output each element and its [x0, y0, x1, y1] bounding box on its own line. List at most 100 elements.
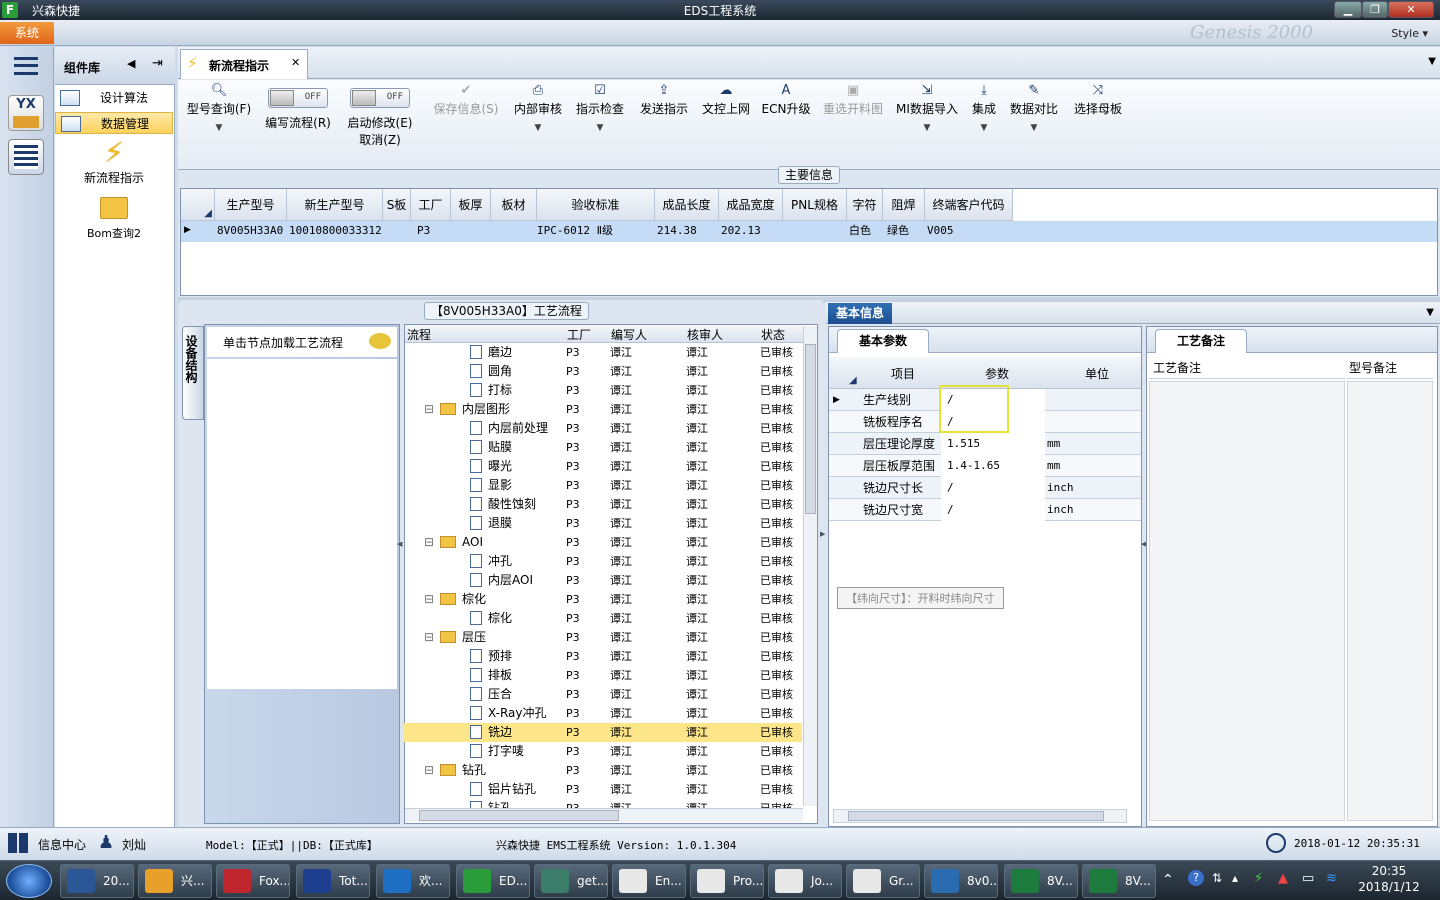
taskbar-item[interactable]: Tot... — [296, 864, 370, 898]
start-modify-switch[interactable]: OFF — [350, 88, 410, 108]
check-instruction-button[interactable]: ☑ 指示检查 ▼ — [572, 82, 628, 158]
col-header[interactable]: 验收标准 — [537, 189, 655, 221]
flow-row[interactable]: 曝光 P3 谭江 谭江 已审核 — [404, 457, 802, 476]
taskbar-item[interactable]: 8V... — [1082, 864, 1156, 898]
col-header[interactable]: 状态 — [761, 326, 785, 343]
taskbar-item[interactable]: Jo... — [768, 864, 842, 898]
scroll-thumb[interactable] — [805, 344, 816, 514]
security-icon[interactable]: ▲ — [1278, 871, 1288, 886]
flow-row[interactable]: ⊟ AOI P3 谭江 谭江 已审核 — [404, 533, 802, 552]
lib-item-design-algorithm[interactable]: 设计算法 — [55, 87, 173, 109]
param-value[interactable]: / — [941, 499, 1045, 521]
col-header[interactable]: 工厂 — [567, 326, 591, 343]
col-header[interactable]: 终端客户代码 — [925, 189, 1013, 221]
panel-dropdown-icon[interactable]: ▼ — [1426, 307, 1434, 318]
flow-node[interactable]: X-Ray冲孔 — [470, 704, 546, 723]
info-center-link[interactable]: 信息中心 — [38, 836, 86, 853]
flow-node[interactable]: 内层AOI — [470, 571, 533, 590]
flow-row[interactable]: 退膜 P3 谭江 谭江 已审核 — [404, 514, 802, 533]
grid-apps-icon[interactable] — [8, 833, 28, 853]
flow-row[interactable]: 预排 P3 谭江 谭江 已审核 — [404, 647, 802, 666]
taskbar-item[interactable]: Fox... — [216, 864, 290, 898]
collapse-node-icon[interactable]: ⊟ — [424, 761, 434, 780]
ecn-upgrade-button[interactable]: A ECN升级 — [760, 82, 812, 158]
scroll-thumb[interactable] — [419, 810, 619, 821]
col-header[interactable]: 阻焊 — [883, 189, 925, 221]
minimize-button[interactable]: ▁ — [1334, 1, 1362, 18]
flow-node[interactable]: 铣边 — [470, 723, 512, 742]
flow-row[interactable]: ⊟ 棕化 P3 谭江 谭江 已审核 — [404, 590, 802, 609]
save-info-button[interactable]: ✔ 保存信息(S) — [428, 82, 504, 158]
flow-node[interactable]: 酸性蚀刻 — [470, 495, 536, 514]
flow-node[interactable]: 棕化 — [440, 590, 486, 609]
collapse-left-icon[interactable]: ◀ — [127, 57, 135, 70]
load-hint-bar[interactable]: 单击节点加载工艺流程 — [207, 327, 397, 357]
flow-row[interactable]: 铝片钻孔 P3 谭江 谭江 已审核 — [404, 780, 802, 799]
taskbar-item[interactable]: ED... — [456, 864, 530, 898]
menu-toggle-icon[interactable] — [14, 57, 38, 75]
col-header[interactable]: 字符 — [847, 189, 883, 221]
flow-row[interactable]: 磨边 P3 谭江 谭江 已审核 — [404, 343, 802, 362]
mi-import-button[interactable]: ⇲ MI数据导入 ▼ — [892, 82, 962, 158]
flow-node[interactable]: 钻孔 — [440, 761, 486, 780]
col-header[interactable]: 编写人 — [611, 326, 647, 343]
new-flow-action[interactable]: ⚡ 新流程指示 — [55, 137, 173, 187]
collapse-node-icon[interactable]: ⊟ — [424, 590, 434, 609]
flow-row[interactable]: X-Ray冲孔 P3 谭江 谭江 已审核 — [404, 704, 802, 723]
upload-web-button[interactable]: ☁ 文控上网 — [698, 82, 754, 158]
taskbar-item[interactable]: get... — [534, 864, 608, 898]
col-header[interactable]: 参数 — [985, 365, 1009, 382]
flow-hscroll[interactable] — [405, 808, 803, 822]
flow-node[interactable]: 曝光 — [470, 457, 512, 476]
flow-node[interactable]: 磨边 — [470, 343, 512, 362]
flow-row[interactable]: 打标 P3 谭江 谭江 已审核 — [404, 381, 802, 400]
col-header[interactable]: 板材 — [491, 189, 537, 221]
flow-row[interactable]: ⊟ 层压 P3 谭江 谭江 已审核 — [404, 628, 802, 647]
lib-item-data-management[interactable]: 数据管理 — [55, 112, 173, 134]
flow-node[interactable]: 内层图形 — [440, 400, 510, 419]
flow-node[interactable]: 退膜 — [470, 514, 512, 533]
app-tray-icon[interactable]: ≋ — [1326, 871, 1337, 886]
pin-panel-icon[interactable]: ⇥ — [152, 56, 163, 71]
flow-node[interactable]: 冲孔 — [470, 552, 512, 571]
col-header[interactable]: 工厂 — [411, 189, 451, 221]
send-instruction-button[interactable]: ⇪ 发送指示 — [634, 82, 694, 158]
help-icon[interactable]: ? — [1188, 870, 1204, 886]
flow-row[interactable]: ⊟ 内层图形 P3 谭江 谭江 已审核 — [404, 400, 802, 419]
select-mother-board-button[interactable]: ⤨ 选择母板 — [1070, 82, 1126, 158]
param-row[interactable]: 层压板厚范围 1.4-1.65 mm — [829, 455, 1141, 477]
flow-node[interactable]: 铝片钻孔 — [470, 780, 536, 799]
tray-chevron-icon[interactable]: ⌃ — [1162, 872, 1174, 888]
flow-node[interactable]: 压合 — [470, 685, 512, 704]
flow-node[interactable]: 显影 — [470, 476, 512, 495]
taskbar-clock[interactable]: 20:35 2018/1/12 — [1352, 864, 1426, 894]
start-modify-toggle[interactable]: OFF 启动修改(E) 取消(Z) — [342, 82, 418, 158]
col-header[interactable]: PNL规格 — [783, 189, 847, 221]
flow-row[interactable]: 圆角 P3 谭江 谭江 已审核 — [404, 362, 802, 381]
collapse-node-icon[interactable]: ⊟ — [424, 628, 434, 647]
tab-new-flow[interactable]: ⚡ 新流程指示 ✕ — [180, 49, 308, 79]
param-value[interactable]: / — [941, 477, 1045, 499]
tab-close-icon[interactable]: ✕ — [291, 56, 300, 69]
param-value[interactable]: 1.4-1.65 — [941, 455, 1045, 477]
taskbar-item[interactable]: 兴... — [138, 864, 212, 898]
flow-row[interactable]: 棕化 P3 谭江 谭江 已审核 — [404, 609, 802, 628]
model-remark-textarea[interactable] — [1347, 381, 1433, 821]
tab-device-structure[interactable]: 设备结构 — [182, 326, 204, 420]
calculator-icon[interactable] — [8, 139, 44, 175]
flow-node[interactable]: 排板 — [470, 666, 512, 685]
flow-row[interactable]: 铣边 P3 谭江 谭江 已审核 — [404, 723, 802, 742]
flow-node[interactable]: 打字唛 — [470, 742, 524, 761]
col-header[interactable]: 核审人 — [687, 326, 723, 343]
param-value[interactable]: 1.515 — [941, 433, 1045, 455]
flow-node[interactable]: AOI — [440, 533, 483, 552]
taskbar-item[interactable]: 20... — [60, 864, 134, 898]
flow-row[interactable]: 显影 P3 谭江 谭江 已审核 — [404, 476, 802, 495]
edit-flow-toggle[interactable]: OFF 编写流程(R) — [260, 82, 336, 158]
flow-row[interactable]: 内层AOI P3 谭江 谭江 已审核 — [404, 571, 802, 590]
collapse-handle-icon[interactable]: ◀ — [397, 540, 403, 580]
flow-row[interactable]: 冲孔 P3 谭江 谭江 已审核 — [404, 552, 802, 571]
cancel-label[interactable]: 取消(Z) — [342, 131, 418, 148]
flow-node[interactable]: 预排 — [470, 647, 512, 666]
flow-node[interactable]: 棕化 — [470, 609, 512, 628]
